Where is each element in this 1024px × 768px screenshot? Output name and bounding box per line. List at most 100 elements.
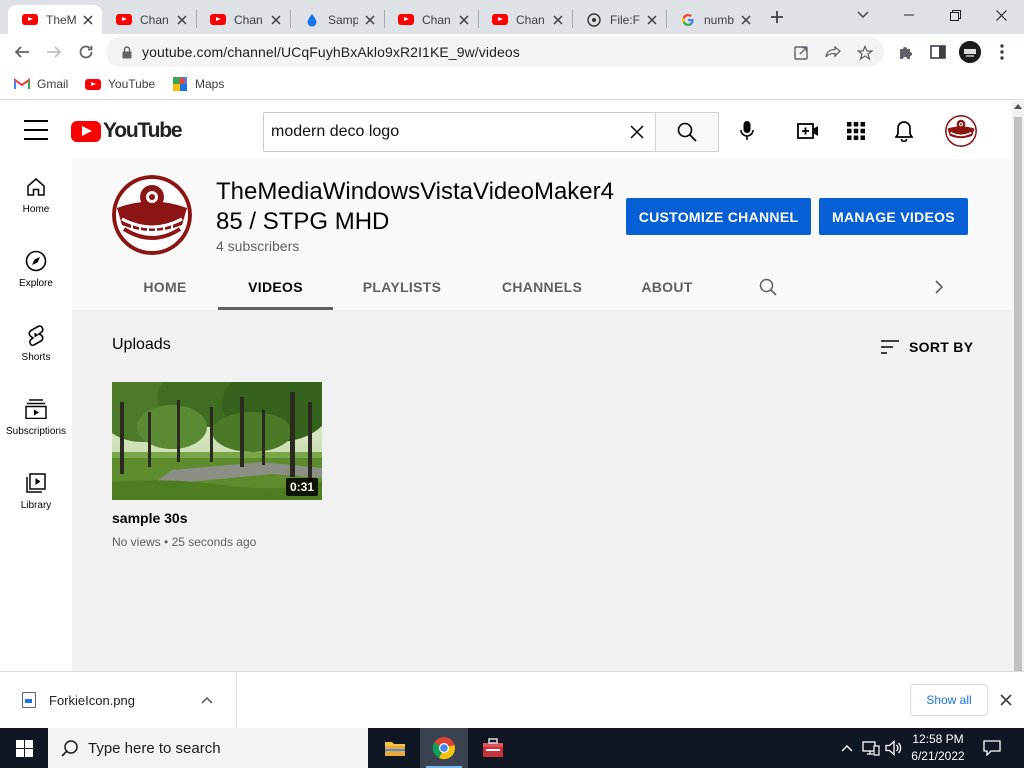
restore-icon [949,9,961,21]
scroll-up-arrow-icon[interactable] [1014,104,1022,109]
manage-videos-button[interactable]: MANAGE VIDEOS [819,198,968,235]
share-icon[interactable] [824,44,842,62]
tab-search-button[interactable] [840,0,886,30]
windows-taskbar: Type here to search 12:58 PM 6/21/2022 [0,728,1024,768]
browser-tab[interactable]: Chan [384,5,478,34]
show-all-button[interactable]: Show all [910,684,988,716]
bookmark-label: Maps [195,77,225,91]
extensions-icon[interactable] [896,42,916,62]
plus-icon [771,11,783,23]
video-card[interactable]: 0:31 sample 30s No views • 25 seconds ag… [112,382,322,549]
clear-search-icon[interactable] [628,123,646,141]
google-icon [680,12,696,28]
search-button[interactable] [655,112,719,152]
sidebar-item-explore[interactable]: Explore [0,233,72,297]
restore-button[interactable] [932,0,978,30]
browser-tab[interactable]: Chan [102,5,196,34]
sort-by-button[interactable]: SORT BY [878,335,973,359]
sidebar-item-subscriptions[interactable]: Subscriptions [0,381,72,445]
network-icon[interactable] [862,739,880,757]
browser-tab[interactable]: Chan [478,5,572,34]
chevron-up-icon[interactable] [838,739,856,757]
reload-button[interactable] [72,38,100,66]
chevron-up-icon[interactable] [199,692,215,708]
hamburger-menu-icon[interactable] [24,120,48,140]
tab-title: TheM [46,12,76,27]
tab-about[interactable]: ABOUT [632,264,702,310]
account-avatar[interactable] [945,115,977,147]
video-duration: 0:31 [285,478,318,496]
bookmark-gmail[interactable]: Gmail [14,76,68,92]
volume-icon[interactable] [885,739,903,757]
video-title[interactable]: sample 30s [112,510,322,526]
browser-tab[interactable]: Chan [196,5,290,34]
video-thumbnail[interactable]: 0:31 [112,382,322,500]
minimize-button[interactable] [886,0,932,30]
close-icon[interactable] [550,12,566,28]
app-toolbox-icon[interactable] [469,728,517,768]
close-window-button[interactable] [978,0,1024,30]
chevron-right-icon[interactable] [928,276,950,298]
forward-button[interactable] [40,38,68,66]
new-tab-button[interactable] [766,6,788,28]
youtube-icon [210,12,226,28]
back-button[interactable] [8,38,36,66]
microphone-icon[interactable] [735,119,759,143]
sidebar-item-shorts[interactable]: Shorts [0,307,72,371]
close-icon[interactable] [174,12,190,28]
scrollbar-thumb[interactable] [1014,117,1022,671]
sidebar-item-library[interactable]: Library [0,455,72,519]
close-icon[interactable] [268,12,284,28]
bookmark-maps[interactable]: Maps [172,76,224,92]
star-icon[interactable] [856,44,874,62]
create-video-icon[interactable] [796,119,820,143]
browser-tab[interactable]: File:F [572,5,666,34]
profile-avatar[interactable] [959,41,981,63]
close-icon[interactable] [80,12,96,28]
channel-search-icon[interactable] [757,276,779,298]
youtube-icon [398,12,414,28]
notification-center-icon[interactable] [980,737,1004,759]
youtube-icon [492,12,508,28]
close-icon[interactable] [998,692,1014,708]
close-icon[interactable] [738,12,754,28]
start-button[interactable] [0,728,48,768]
bell-icon[interactable] [892,119,916,143]
bookmark-youtube[interactable]: YouTube [85,76,155,92]
customize-channel-button[interactable]: CUSTOMIZE CHANNEL [626,198,811,235]
side-panel-icon[interactable] [928,42,948,62]
chrome-icon[interactable] [420,728,468,768]
bookmark-label: Gmail [37,77,69,91]
youtube-logo[interactable]: YouTube [71,119,183,143]
channel-avatar[interactable] [112,175,192,255]
menu-dots-icon[interactable] [992,42,1012,62]
tab-videos[interactable]: VIDEOS [218,264,333,310]
close-icon[interactable] [456,12,472,28]
browser-tab[interactable]: TheM [8,5,102,34]
address-bar[interactable]: youtube.com/channel/UCqFuyhBxAklo9xR2I1K… [106,37,884,67]
tab-home[interactable]: HOME [130,264,200,310]
tab-channels[interactable]: CHANNELS [490,264,594,310]
meta-separator: • [164,535,172,549]
taskbar-search-placeholder: Type here to search [88,739,221,757]
download-item[interactable]: ForkieIcon.png [0,672,237,728]
sidebar-item-home[interactable]: Home [0,159,72,223]
lock-icon[interactable] [112,45,142,59]
close-icon[interactable] [644,12,660,28]
taskbar-search-box[interactable]: Type here to search [48,728,368,768]
videos-grid-section: Uploads SORT BY 0:31 sample 30s No views… [72,310,1012,671]
search-input[interactable] [264,113,614,151]
browser-tab[interactable]: numb [666,5,760,34]
browser-tab[interactable]: Samp [290,5,384,34]
subscriptions-icon [24,397,48,421]
sidebar-item-label: Explore [19,278,53,289]
close-icon[interactable] [362,12,378,28]
channel-header: TheMediaWindowsVistaVideoMaker485 / STPG… [72,159,1012,310]
taskbar-clock[interactable]: 12:58 PM 6/21/2022 [902,731,974,765]
tab-title: Chan [516,12,545,27]
open-in-app-icon[interactable] [792,44,810,62]
file-explorer-icon[interactable] [371,728,419,768]
tab-playlists[interactable]: PLAYLISTS [352,264,452,310]
apps-grid-icon[interactable] [844,119,868,143]
page-scrollbar[interactable] [1012,101,1024,671]
